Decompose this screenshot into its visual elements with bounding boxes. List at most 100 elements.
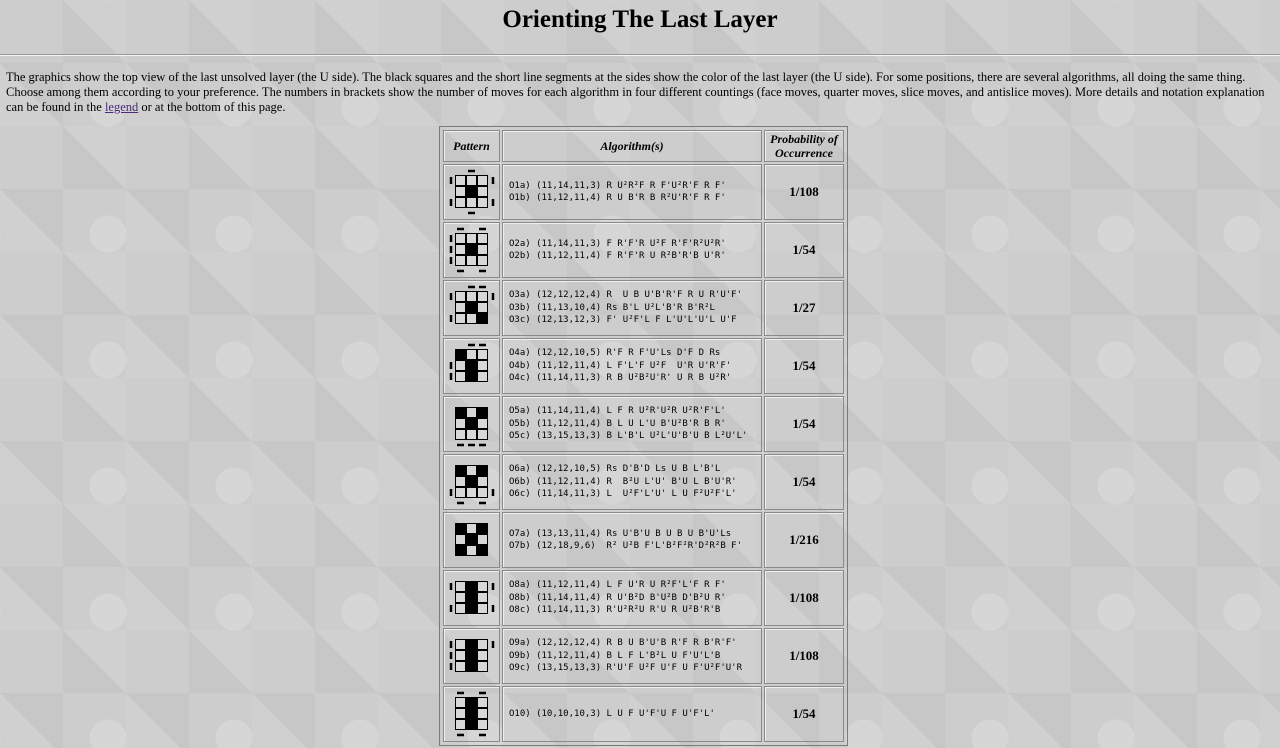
algorithm-cell: O3a) (12,12,12,4) R U B U'B'R'F R U R'U'… (502, 280, 762, 336)
pattern-sticker-empty (454, 302, 466, 313)
pattern-sticker-empty (476, 719, 488, 730)
algorithm-line: O4b) (11,12,11,4) L F'L'F U²F U'R U'R'F' (509, 360, 732, 371)
pattern-cell (443, 338, 500, 394)
pattern-sticker-empty (454, 233, 466, 244)
pattern-sticker-black (476, 407, 488, 418)
pattern-cell (443, 454, 500, 510)
table-row: O7a) (13,13,11,4) Rs U'B'U B U B U B'U'L… (443, 512, 844, 568)
table-row: O4a) (12,12,10,5) R'F R F'U'Ls D'F D Rs O… (443, 338, 844, 394)
oll-pattern-diagram (454, 691, 488, 737)
pattern-sticker-empty (476, 175, 488, 186)
pattern-sticker-empty (476, 371, 488, 382)
algorithm-line: O5c) (13,15,13,3) B L'B'L U²L'U'B'U B L²… (509, 431, 748, 442)
pattern-sticker-empty (476, 244, 488, 255)
pattern-sticker-black (465, 603, 477, 614)
pattern-sticker-empty (454, 244, 466, 255)
oll-pattern-diagram (454, 407, 488, 447)
pattern-sticker-empty (465, 465, 477, 476)
pattern-sticker-black (454, 407, 466, 418)
pattern-sticker-empty (476, 487, 488, 498)
algorithm-line: O3a) (12,12,12,4) R U B U'B'R'F R U R'U'… (509, 290, 742, 301)
probability-cell: 1/54 (764, 454, 844, 510)
pattern-sticker-black (454, 465, 466, 476)
algorithm-cell: O6a) (12,12,10,5) Rs D'B'D Ls U B L'B'L O… (502, 454, 762, 510)
pattern-sticker-black (465, 371, 477, 382)
pattern-sticker-empty (454, 661, 466, 672)
pattern-cell (443, 164, 500, 220)
oll-pattern-diagram (449, 581, 494, 614)
pattern-cell (443, 512, 500, 568)
pattern-sticker-black (465, 360, 477, 371)
table-row: O5a) (11,14,11,4) L F R U²R'U²R U²R'F'L'… (443, 396, 844, 452)
pattern-sticker-empty (476, 302, 488, 313)
pattern-sticker-empty (454, 639, 466, 650)
page-title: Orienting The Last Layer (502, 6, 778, 33)
pattern-sticker-empty (476, 592, 488, 603)
pattern-sticker-black (454, 349, 466, 360)
pattern-cell (443, 570, 500, 626)
algorithm-cell: O9a) (12,12,12,4) R B U B'U'B R'F R B'R'… (502, 628, 762, 684)
probability-cell: 1/54 (764, 338, 844, 394)
pattern-sticker-empty (476, 233, 488, 244)
pattern-sticker-empty (476, 418, 488, 429)
probability-cell: 1/54 (764, 686, 844, 742)
pattern-sticker-black (465, 719, 477, 730)
pattern-sticker-empty (476, 349, 488, 360)
pattern-sticker-empty (454, 534, 466, 545)
table-row: O9a) (12,12,12,4) R B U B'U'B R'F R B'R'… (443, 628, 844, 684)
algorithm-line: O1a) (11,14,11,3) R U²R²F R F'U²R'F R F' (509, 180, 726, 191)
pattern-sticker-empty (476, 255, 488, 266)
header-probability: Probability of Occurrence (764, 130, 844, 162)
table-body: O1a) (11,14,11,3) R U²R²F R F'U²R'F R F'… (443, 164, 844, 742)
probability-cell: 1/108 (764, 164, 844, 220)
pattern-cell (443, 628, 500, 684)
pattern-sticker-black (476, 523, 488, 534)
pattern-sticker-empty (465, 255, 477, 266)
algorithm-line: O6c) (11,14,11,3) L U²F'L'U' L U F²U²F'L… (509, 489, 737, 500)
table-row: O8a) (11,12,11,4) L F U'R U R²F'L'F R F'… (443, 570, 844, 626)
algorithm-cell: O10) (10,10,10,3) L U F U'F'U F U'F'L' (502, 686, 762, 742)
algorithm-line: O4c) (11,14,11,3) R B U²B²U'R' U R B U²R… (509, 373, 732, 384)
pattern-sticker-empty (454, 197, 466, 208)
algorithm-line: O10) (10,10,10,3) L U F U'F'U F U'F'L' (509, 708, 715, 719)
pattern-sticker-empty (465, 545, 477, 556)
pattern-sticker-empty (454, 371, 466, 382)
pattern-cell (443, 396, 500, 452)
table-row: O2a) (11,14,11,3) F R'F'R U²F R'F'R²U²R'… (443, 222, 844, 278)
oll-pattern-diagram (449, 465, 494, 505)
pattern-sticker-empty (476, 360, 488, 371)
probability-cell: 1/108 (764, 628, 844, 684)
pattern-sticker-empty (454, 697, 466, 708)
pattern-sticker-empty (476, 476, 488, 487)
algorithm-line: O5b) (11,12,11,4) B L U L'U B'U²B'R B R' (509, 418, 726, 429)
pattern-sticker-black (454, 545, 466, 556)
page: Orienting The Last Layer The graphics sh… (0, 0, 1280, 748)
pattern-sticker-empty (476, 291, 488, 302)
algorithm-line: O8c) (11,14,11,3) R'U²R²U R'U R U²B'R'B (509, 605, 721, 616)
pattern-sticker-black (476, 545, 488, 556)
pattern-sticker-empty (476, 581, 488, 592)
pattern-sticker-empty (454, 592, 466, 603)
header-pattern: Pattern (443, 130, 500, 162)
algorithm-line: O4a) (12,12,10,5) R'F R F'U'Ls D'F D Rs (509, 348, 721, 359)
intro-paragraph: The graphics show the top view of the la… (6, 70, 1276, 115)
probability-cell: 1/54 (764, 396, 844, 452)
oll-table-wrapper: Pattern Algorithm(s) Probability of Occu… (439, 126, 848, 746)
pattern-sticker-empty (454, 650, 466, 661)
algorithm-line: O9b) (11,12,11,4) B L F L'B²L U F'U'L'B (509, 650, 721, 661)
algorithm-line: O7a) (13,13,11,4) Rs U'B'U B U B U B'U'L… (509, 528, 732, 539)
algorithm-cell: O2a) (11,14,11,3) F R'F'R U²F R'F'R²U²R'… (502, 222, 762, 278)
legend-link[interactable]: legend (105, 100, 138, 114)
header-algorithms: Algorithm(s) (502, 130, 762, 162)
pattern-sticker-black (465, 650, 477, 661)
algorithm-line: O2a) (11,14,11,3) F R'F'R U²F R'F'R²U²R' (509, 238, 726, 249)
probability-cell: 1/216 (764, 512, 844, 568)
algorithm-cell: O5a) (11,14,11,4) L F R U²R'U²R U²R'F'L'… (502, 396, 762, 452)
pattern-sticker-empty (465, 487, 477, 498)
probability-cell: 1/54 (764, 222, 844, 278)
algorithm-line: O9a) (12,12,12,4) R B U B'U'B R'F R B'R'… (509, 638, 737, 649)
algorithm-line: O2b) (11,12,11,4) F R'F'R U R²B'R'B U'R' (509, 251, 726, 261)
pattern-sticker-empty (465, 523, 477, 534)
pattern-sticker-black (454, 523, 466, 534)
pattern-sticker-empty (476, 661, 488, 672)
